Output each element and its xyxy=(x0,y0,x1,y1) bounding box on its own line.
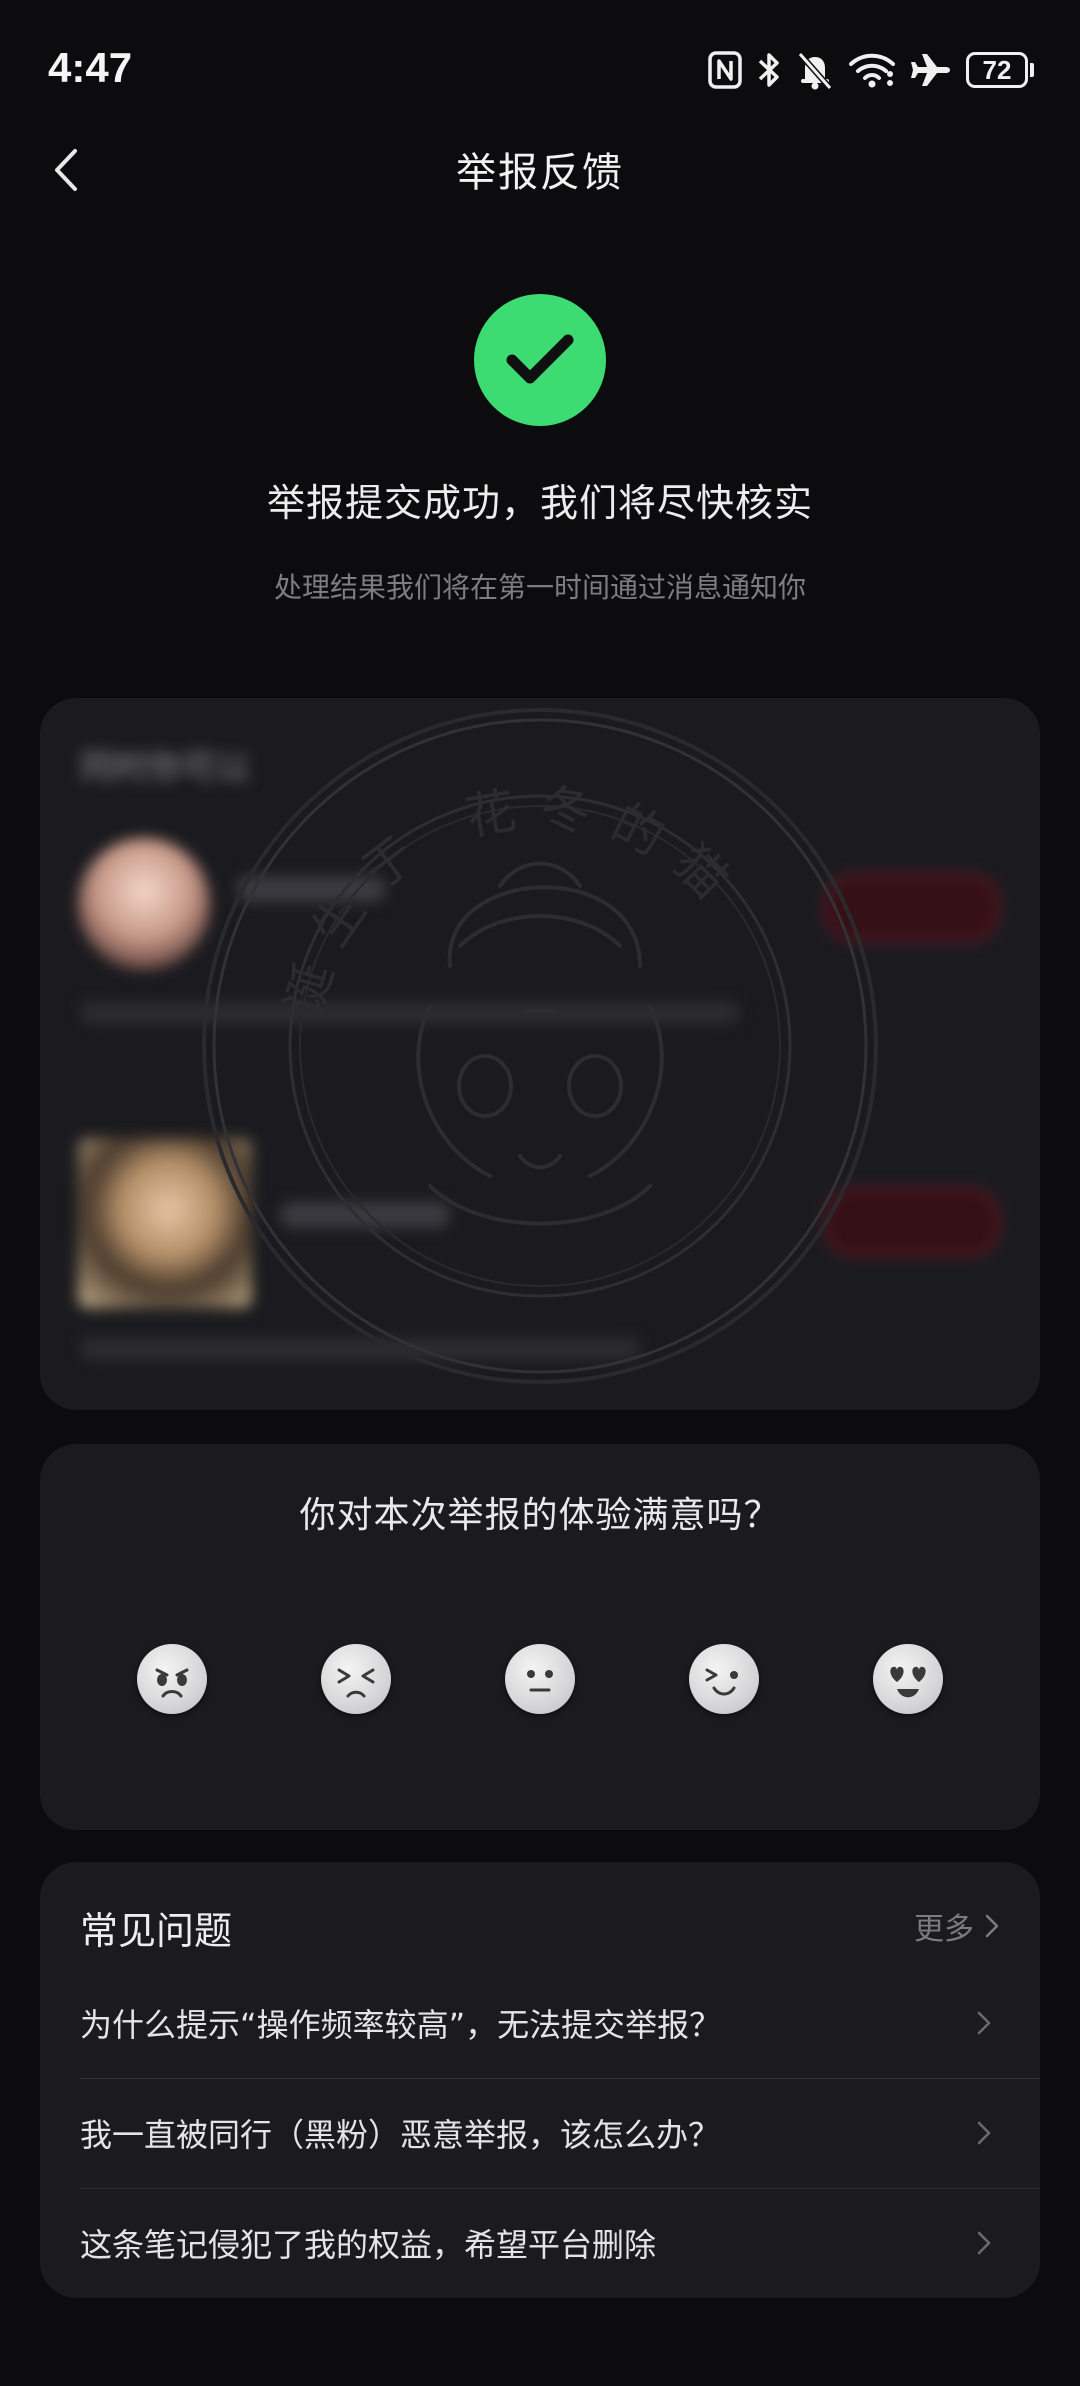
satisfaction-card: 你对本次举报的体验满意吗？ xyxy=(40,1444,1040,1830)
faq-item-text: 为什么提示“操作频率较高”，无法提交举报？ xyxy=(80,2006,722,2044)
faq-item[interactable]: 我一直被同行（黑粉）恶意举报，该怎么办？ xyxy=(80,2078,1040,2188)
recommendation-heading: 同时你可以 xyxy=(80,748,250,788)
bluetooth-icon xyxy=(756,50,782,90)
dissatisfied-face-icon[interactable] xyxy=(321,1644,391,1714)
recommendation-blurred-content: 同时你可以 xyxy=(40,698,1040,1410)
battery-icon: 72 xyxy=(966,52,1034,88)
nav-bar: 举报反馈 xyxy=(0,120,1080,220)
follow-button[interactable] xyxy=(824,1188,1000,1256)
nfc-icon xyxy=(708,51,742,89)
success-subtitle: 处理结果我们将在第一时间通过消息通知你 xyxy=(273,571,806,604)
wifi-icon xyxy=(848,51,896,89)
avatar xyxy=(78,1138,252,1308)
status-icons: 72 xyxy=(708,46,1034,94)
page-title: 举报反馈 xyxy=(456,150,624,196)
follow-button[interactable] xyxy=(824,874,1000,942)
bell-muted-icon xyxy=(796,50,834,90)
avatar xyxy=(78,838,210,970)
status-bar: 4:47 72 xyxy=(0,0,1080,140)
recommendation-card: 同时你可以 xyxy=(40,698,1040,1410)
neutral-face-icon[interactable] xyxy=(505,1644,575,1714)
success-title: 举报提交成功，我们将尽快核实 xyxy=(266,481,813,525)
faq-item-text: 我一直被同行（黑粉）恶意举报，该怎么办？ xyxy=(80,2116,721,2154)
satisfaction-question: 你对本次举报的体验满意吗？ xyxy=(299,1495,781,1536)
faq-card: 常见问题 更多 为什么提示“操作频率较高”，无法提交举报？ 我一直被同行（黑粉）… xyxy=(40,1862,1040,2298)
airplane-icon xyxy=(910,52,952,88)
satisfied-face-icon[interactable] xyxy=(689,1644,759,1714)
chevron-right-icon xyxy=(977,2231,991,2255)
very-dissatisfied-face-icon[interactable] xyxy=(137,1644,207,1714)
status-time: 4:47 xyxy=(48,44,133,91)
report-feedback-page: 4:47 72 举报反馈 举报提交成功，我们将尽快核实 处理结果我们将在第一时间… xyxy=(0,0,1080,2386)
faq-more-label: 更多 xyxy=(914,1912,974,1947)
chevron-right-icon xyxy=(977,2011,991,2035)
check-circle-icon xyxy=(474,294,606,426)
faq-item[interactable]: 为什么提示“操作频率较高”，无法提交举报？ xyxy=(80,1968,1040,2078)
rating-options xyxy=(40,1644,1040,1716)
faq-title: 常见问题 xyxy=(80,1909,233,1953)
chevron-right-icon xyxy=(977,2121,991,2145)
faq-item-text: 这条笔记侵犯了我的权益，希望平台删除 xyxy=(80,2226,657,2264)
very-satisfied-face-icon[interactable] xyxy=(873,1644,943,1714)
faq-more-link[interactable]: 更多 xyxy=(914,1904,1000,1948)
faq-item[interactable]: 这条笔记侵犯了我的权益，希望平台删除 xyxy=(80,2188,1040,2298)
battery-level: 72 xyxy=(966,52,1028,88)
chevron-right-icon xyxy=(985,1914,999,1938)
